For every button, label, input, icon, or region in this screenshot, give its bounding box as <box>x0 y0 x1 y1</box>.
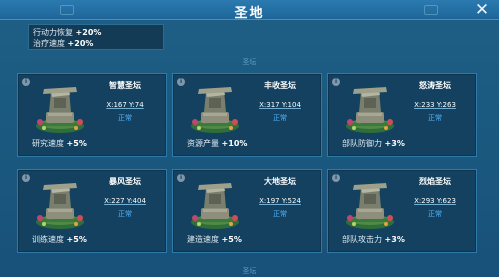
altar-card[interactable]: i 暴风圣坛 X:227 Y:404 正常 训练速度 +5% <box>17 169 167 253</box>
info-icon[interactable]: i <box>177 78 185 86</box>
altar-buff-label: 训练速度 <box>32 235 64 244</box>
altar-status: 正常 <box>273 210 287 218</box>
altar-name: 丰收圣坛 <box>264 81 296 90</box>
altar-status: 正常 <box>118 210 132 218</box>
altar-name: 大地圣坛 <box>264 177 296 186</box>
info-icon[interactable]: i <box>332 78 340 86</box>
altar-coordinates-link[interactable]: X:317 Y:104 <box>245 101 315 109</box>
altar-icon <box>346 183 394 229</box>
altar-status: 正常 <box>273 114 287 122</box>
info-icon[interactable]: i <box>177 174 185 182</box>
altar-status: 正常 <box>118 114 132 122</box>
altar-buff-value: +5% <box>66 235 87 244</box>
buff-line-heal-speed: 治疗速度 +20% <box>33 39 94 48</box>
holy-land-window: 圣地 ✕ 行动力恢复 +20% 治疗速度 +20% 圣坛 i 智慧圣坛 X:16… <box>0 0 499 277</box>
altar-buff-value: +10% <box>221 139 248 148</box>
altar-name: 智慧圣坛 <box>109 81 141 90</box>
altar-icon <box>191 183 239 229</box>
altar-buff-value: +3% <box>384 139 405 148</box>
close-button[interactable]: ✕ <box>473 1 491 19</box>
altar-buff-label: 部队攻击力 <box>342 235 382 244</box>
altar-icon <box>36 183 84 229</box>
altar-card[interactable]: i 烈焰圣坛 X:293 Y:623 正常 部队攻击力 +3% <box>327 169 477 253</box>
altar-buff-label: 建造速度 <box>187 235 219 244</box>
section-label-altars-bottom: 圣坛 <box>242 267 257 275</box>
altar-name: 烈焰圣坛 <box>419 177 451 186</box>
altar-buff-label: 部队防御力 <box>342 139 382 148</box>
altar-card[interactable]: i 怒涛圣坛 X:233 Y:263 正常 部队防御力 +3% <box>327 73 477 157</box>
altar-icon <box>346 87 394 133</box>
title-bar: 圣地 ✕ <box>0 0 499 21</box>
close-icon: ✕ <box>474 0 490 20</box>
altar-icon <box>36 87 84 133</box>
info-icon[interactable]: i <box>22 174 30 182</box>
altar-coordinates-link[interactable]: X:197 Y:524 <box>245 197 315 205</box>
altar-buff-label: 资源产量 <box>187 139 219 148</box>
altar-icon <box>191 87 239 133</box>
altar-coordinates-link[interactable]: X:227 Y:404 <box>90 197 160 205</box>
info-icon[interactable]: i <box>332 174 340 182</box>
altar-buff: 部队攻击力 +3% <box>342 234 405 245</box>
altar-card[interactable]: i 大地圣坛 X:197 Y:524 正常 建造速度 +5% <box>172 169 322 253</box>
altar-status: 正常 <box>428 114 442 122</box>
altar-coordinates-link[interactable]: X:233 Y:263 <box>400 101 470 109</box>
altar-name: 暴风圣坛 <box>109 177 141 186</box>
altar-buff: 资源产量 +10% <box>187 138 247 149</box>
altar-coordinates-link[interactable]: X:293 Y:623 <box>400 197 470 205</box>
altar-buff: 训练速度 +5% <box>32 234 87 245</box>
window-title: 圣地 <box>234 6 265 21</box>
altar-buff-value: +5% <box>221 235 242 244</box>
altar-status: 正常 <box>428 210 442 218</box>
altar-buff-value: +5% <box>66 139 87 148</box>
altar-name: 怒涛圣坛 <box>419 81 451 90</box>
current-buff-panel: 行动力恢复 +20% 治疗速度 +20% <box>28 24 164 50</box>
buff-line-action-recovery: 行动力恢复 +20% <box>33 28 102 37</box>
altar-coordinates-link[interactable]: X:167 Y:74 <box>90 101 160 109</box>
altar-buff: 建造速度 +5% <box>187 234 242 245</box>
altar-buff: 部队防御力 +3% <box>342 138 405 149</box>
info-icon[interactable]: i <box>22 78 30 86</box>
altar-card[interactable]: i 丰收圣坛 X:317 Y:104 正常 资源产量 +10% <box>172 73 322 157</box>
altar-buff-value: +3% <box>384 235 405 244</box>
section-label-altars: 圣坛 <box>242 58 257 66</box>
altar-card[interactable]: i 智慧圣坛 X:167 Y:74 正常 研究速度 +5% <box>17 73 167 157</box>
altar-buff-label: 研究速度 <box>32 139 64 148</box>
altar-buff: 研究速度 +5% <box>32 138 87 149</box>
